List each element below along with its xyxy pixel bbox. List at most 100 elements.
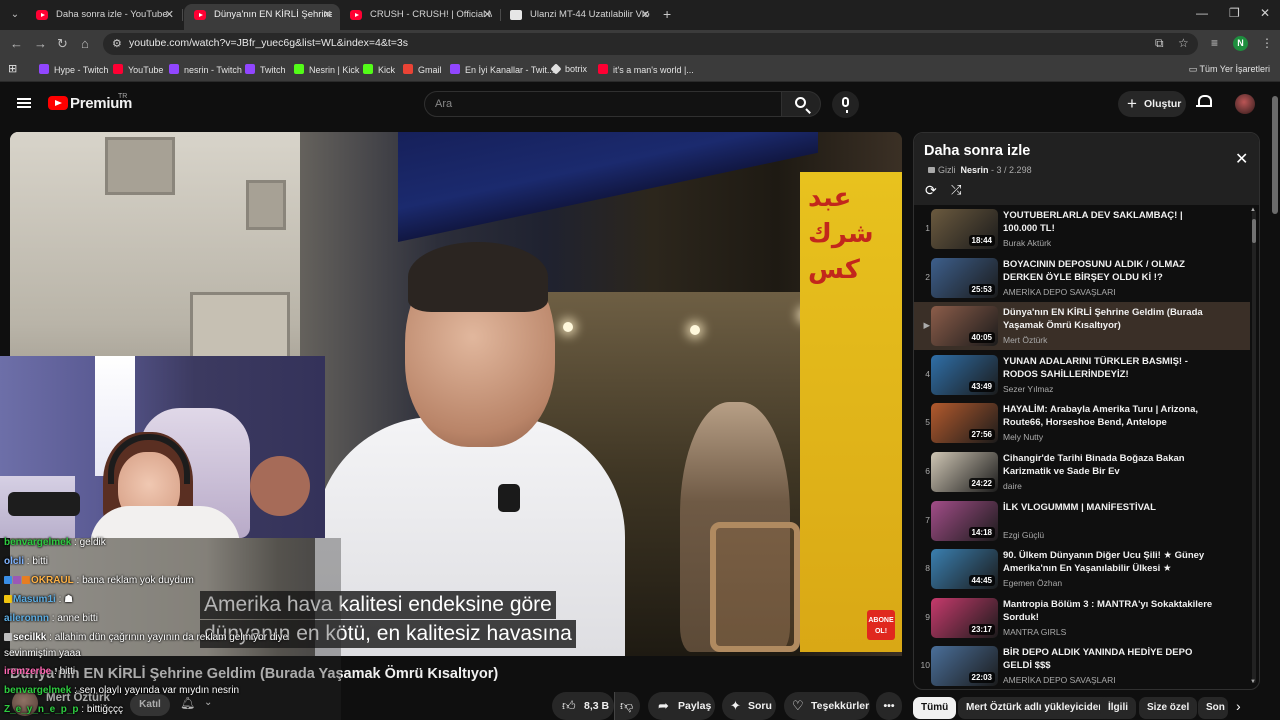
- playlist-item-thumbnail[interactable]: 27:56: [931, 403, 998, 444]
- share-button[interactable]: ➦ Paylaş: [648, 692, 715, 720]
- kick-icon: [363, 64, 373, 74]
- playlist-item-title[interactable]: Mantropia Bölüm 3 : MANTRA'yı Sokaktakil…: [1003, 598, 1213, 624]
- playlist-scrollbar[interactable]: [1252, 211, 1256, 683]
- notifications-bell-icon[interactable]: [1196, 94, 1212, 109]
- playlist-item-thumbnail[interactable]: 23:17: [931, 597, 998, 638]
- bookmark-its-a-mans-world[interactable]: it's a man's world |...: [598, 64, 694, 75]
- playlist-item-title[interactable]: Dünya'nın EN KİRLİ Şehrine Geldim (Burad…: [1003, 306, 1213, 332]
- account-avatar[interactable]: [1235, 94, 1255, 114]
- chip-recent[interactable]: Son: [1198, 697, 1228, 719]
- profile-avatar[interactable]: N: [1233, 36, 1248, 51]
- bookmark-botrix[interactable]: botrix: [550, 63, 587, 75]
- dislike-button[interactable]: 👎︎: [614, 692, 640, 720]
- playlist-item-thumbnail[interactable]: 25:53: [931, 257, 998, 298]
- install-app-icon[interactable]: ⧉: [1155, 36, 1164, 51]
- page-scrollbar-thumb[interactable]: [1272, 96, 1278, 214]
- more-actions-button[interactable]: •••: [876, 692, 902, 720]
- site-info-icon[interactable]: ⚙: [112, 37, 122, 50]
- playlist-item[interactable]: 8 44:45 90. Ülkem Dünyanın Diğer Ucu Şili!…: [914, 545, 1250, 593]
- like-button[interactable]: 👍︎ 8,3 B: [552, 692, 614, 720]
- close-tab-icon[interactable]: ✕: [483, 4, 492, 26]
- voice-search-button[interactable]: [832, 91, 859, 118]
- playlist-item[interactable]: 4 43:49 YUNAN ADALARINI TÜRKLER BASMIŞ! - …: [914, 351, 1250, 399]
- chip-from-uploader[interactable]: Mert Öztürk adlı yükleyiciden: [958, 697, 1113, 719]
- bookmark-en-iyi-kanallar[interactable]: En İyi Kanallar - Twit...: [450, 64, 554, 75]
- loop-icon[interactable]: ⟳: [925, 182, 937, 199]
- browser-tab-active[interactable]: Dünya'nın EN KİRLİ Şehrine Geldi ✕: [184, 4, 340, 30]
- playlist-item-title[interactable]: BİR DEPO ALDIK YANINDA HEDİYE DEPO GELDİ…: [1003, 646, 1213, 672]
- guide-menu-icon[interactable]: [17, 98, 31, 108]
- apps-grid-icon[interactable]: ⊞: [8, 62, 17, 75]
- close-tab-icon[interactable]: ✕: [165, 4, 174, 26]
- playlist-item-thumbnail[interactable]: 24:22: [931, 452, 998, 492]
- browser-tab[interactable]: Daha sonra izle - YouTube ✕: [26, 4, 182, 30]
- video-duration: 18:44: [968, 235, 995, 246]
- playlist-item[interactable]: 7 14:18 İLK VLOGUMMM | MANİFESTİVAL Ezgi Gü…: [914, 497, 1250, 545]
- chip-related[interactable]: İlgili: [1100, 697, 1136, 719]
- playlist-item[interactable]: 10 22:03 BİR DEPO ALDIK YANINDA HEDİYE DEP…: [914, 642, 1250, 689]
- video-duration: 22:03: [968, 672, 995, 684]
- playlist-item[interactable]: 9 23:17 Mantropia Bölüm 3 : MANTRA'yı Soka…: [914, 594, 1250, 642]
- browser-tab[interactable]: Ulanzi MT-44 Uzatılabilir Vlog T ✕: [500, 4, 658, 30]
- playlist-item-title[interactable]: İLK VLOGUMMM | MANİFESTİVAL: [1003, 501, 1213, 514]
- playlist-item-thumbnail[interactable]: 40:05: [931, 306, 998, 347]
- chip-for-you[interactable]: Size özel: [1139, 697, 1198, 719]
- create-button[interactable]: + Oluştur: [1118, 91, 1186, 117]
- bookmark-nesrin-kick[interactable]: Nesrin | Kick: [294, 64, 359, 75]
- bookmark-youtube[interactable]: YouTube: [113, 64, 163, 75]
- close-window-icon[interactable]: ✕: [1260, 6, 1270, 20]
- page-scrollbar[interactable]: [1270, 84, 1280, 720]
- bookmark-kick[interactable]: Kick: [363, 64, 395, 75]
- playlist-item[interactable]: ▶ 40:05 Dünya'nın EN KİRLİ Şehrine Geldim …: [914, 302, 1250, 351]
- playlist-item[interactable]: 1 18:44 YOUTUBERLARLA DEV SAKLAMBAÇ! | 100…: [914, 205, 1250, 253]
- forward-arrow-icon[interactable]: →: [34, 36, 47, 51]
- tab-search-icon[interactable]: ⌄: [6, 6, 24, 24]
- playlist-item-title[interactable]: YUNAN ADALARINI TÜRKLER BASMIŞ! - RODOS …: [1003, 355, 1213, 381]
- restore-icon[interactable]: ❐: [1229, 6, 1240, 20]
- chip-all[interactable]: Tümü: [913, 697, 957, 719]
- home-icon[interactable]: ⌂: [81, 36, 89, 51]
- browser-tab[interactable]: CRUSH - CRUSH! | Official Musi ✕: [340, 4, 500, 30]
- playlist-item[interactable]: 5 27:56 HAYALİM: Arabayla Amerika Turu | A…: [914, 399, 1250, 447]
- search-input[interactable]: Ara: [424, 91, 782, 117]
- scroll-down-arrow-icon[interactable]: ▼: [1250, 679, 1256, 685]
- scrollbar-thumb[interactable]: [1252, 219, 1256, 243]
- back-arrow-icon[interactable]: ←: [10, 36, 23, 51]
- playlist-owner[interactable]: Nesrin: [961, 165, 989, 175]
- bookmark-hype-twitch[interactable]: Hype - Twitch: [39, 64, 108, 75]
- youtube-logo-icon[interactable]: [48, 96, 68, 110]
- playlist-item-thumbnail[interactable]: 14:18: [931, 500, 998, 541]
- playlist-item-thumbnail[interactable]: 22:03: [931, 646, 998, 687]
- playlist-item-title[interactable]: YOUTUBERLARLA DEV SAKLAMBAÇ! | 100.000 T…: [1003, 209, 1213, 235]
- new-tab-icon[interactable]: +: [663, 6, 671, 22]
- bookmark-twitch[interactable]: Twitch: [245, 64, 286, 75]
- bookmark-nesrin-twitch[interactable]: nesrin - Twitch: [169, 64, 242, 75]
- reload-icon[interactable]: ↻: [57, 36, 68, 52]
- playlist-item[interactable]: 6 24:22 Cihangir'de Tarihi Binada Boğaza B…: [914, 448, 1250, 496]
- search-button[interactable]: [781, 91, 821, 117]
- playlist-item-title[interactable]: Cihangir'de Tarihi Binada Boğaza Bakan K…: [1003, 452, 1213, 478]
- close-tab-icon[interactable]: ✕: [641, 4, 650, 26]
- ask-button[interactable]: ✦ Soru: [722, 692, 776, 720]
- playlist-item[interactable]: 2 25:53 BOYACININ DEPOSUNU ALDIK / OLMAZ D…: [914, 254, 1250, 302]
- close-icon[interactable]: ✕: [1235, 149, 1248, 169]
- playlist-item-title[interactable]: HAYALİM: Arabayla Amerika Turu | Arizona…: [1003, 403, 1213, 429]
- playlist-item-title[interactable]: 90. Ülkem Dünyanın Diğer Ucu Şili! ★ Gün…: [1003, 549, 1213, 575]
- minimize-icon[interactable]: —: [1196, 6, 1208, 20]
- playlist-item-thumbnail[interactable]: 18:44: [931, 209, 998, 249]
- thanks-button[interactable]: ♡ Teşekkürler: [784, 692, 870, 720]
- shuffle-icon[interactable]: ⤮: [951, 182, 961, 198]
- playlist-title[interactable]: Daha sonra izle: [924, 143, 1030, 159]
- playlist-item-thumbnail[interactable]: 44:45: [931, 549, 998, 590]
- reading-list-icon[interactable]: ≡: [1211, 36, 1218, 50]
- all-bookmarks-folder[interactable]: ▭ Tüm Yer İşaretleri: [1189, 64, 1270, 75]
- playlist-item-title[interactable]: BOYACININ DEPOSUNU ALDIK / OLMAZ DERKEN …: [1003, 258, 1213, 284]
- close-tab-icon[interactable]: ✕: [323, 4, 332, 26]
- address-bar[interactable]: ⚙ youtube.com/watch?v=JBfr_yuec6g&list=W…: [103, 33, 1198, 55]
- playlist-item-thumbnail[interactable]: 43:49: [931, 354, 998, 395]
- subscribe-watermark[interactable]: ABONE OL!: [867, 610, 895, 640]
- bookmark-gmail[interactable]: Gmail: [403, 64, 442, 75]
- bookmark-star-icon[interactable]: ☆: [1178, 36, 1189, 50]
- browser-menu-icon[interactable]: ⋮: [1261, 36, 1273, 50]
- chevron-right-icon[interactable]: ›: [1236, 698, 1241, 714]
